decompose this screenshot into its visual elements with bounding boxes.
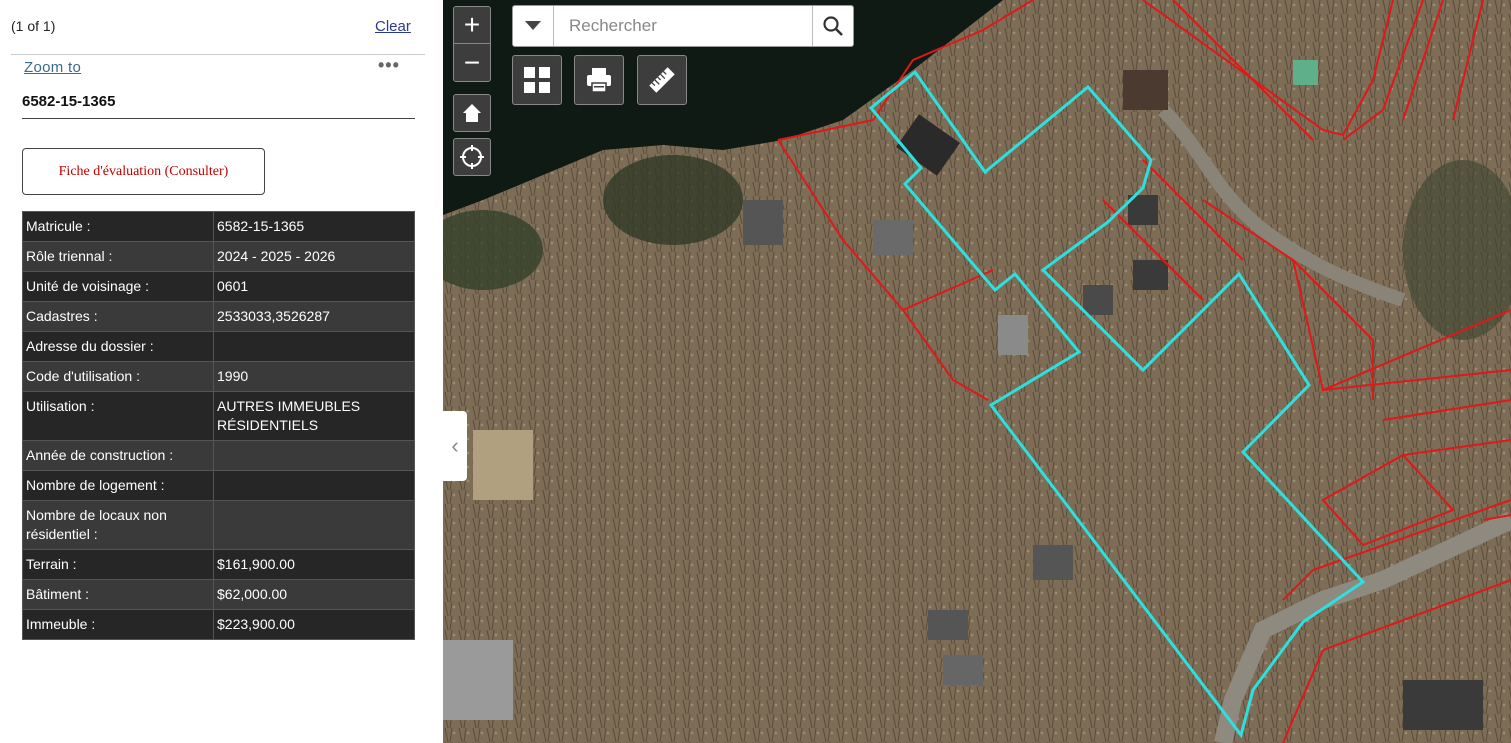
attr-value: $161,900.00: [213, 549, 415, 580]
table-row: Matricule :6582-15-1365: [22, 211, 415, 242]
building-roof: [1033, 545, 1073, 580]
table-row: Rôle triennal :2024 - 2025 - 2026: [22, 241, 415, 272]
attr-value: 2533033,3526287: [213, 301, 415, 332]
building-roof: [1133, 260, 1168, 290]
collapse-panel-button[interactable]: ‹: [443, 411, 467, 481]
attr-key: Année de construction :: [22, 440, 214, 471]
building-roof: [1403, 680, 1483, 730]
clear-link[interactable]: Clear: [375, 18, 411, 35]
table-row: Terrain : $161,900.00: [22, 549, 415, 580]
table-row: Utilisation : AUTRES IMMEUBLES RÉSIDENTIE…: [22, 391, 415, 441]
print-icon: [587, 68, 611, 93]
attr-key: Nombre de locaux non résidentiel :: [22, 500, 214, 550]
basemap-gallery-icon: [524, 67, 550, 93]
map-view[interactable]: [443, 0, 1511, 743]
building-roof: [928, 610, 968, 640]
locate-button[interactable]: [453, 138, 491, 176]
attr-value: $62,000.00: [213, 579, 415, 610]
attr-key: Matricule :: [22, 211, 214, 242]
pool: [1293, 60, 1318, 85]
attr-value: 2024 - 2025 - 2026: [213, 241, 415, 272]
feature-title: 6582-15-1365: [22, 93, 116, 110]
search-icon: [823, 16, 843, 36]
table-row: Cadastres :2533033,3526287: [22, 301, 415, 332]
home-icon: [463, 104, 481, 122]
attr-value: 6582-15-1365: [213, 211, 415, 242]
attr-key: Utilisation :: [22, 391, 214, 441]
fiche-evaluation-button[interactable]: Fiche d'évaluation (Consulter): [22, 148, 265, 195]
table-row: Bâtiment : $62,000.00: [22, 579, 415, 610]
search-source-dropdown[interactable]: [513, 6, 554, 46]
attr-key: Unité de voisinage :: [22, 271, 214, 302]
measure-icon: [649, 67, 675, 93]
forest-patch: [603, 155, 743, 245]
attr-key: Bâtiment :: [22, 579, 214, 610]
zoom-out-button[interactable]: −: [454, 44, 490, 81]
table-row: Nombre de logement :: [22, 470, 415, 501]
aerial-imagery[interactable]: [443, 0, 1511, 743]
more-options-icon[interactable]: •••: [378, 55, 400, 76]
attr-value: AUTRES IMMEUBLES RÉSIDENTIELS: [213, 391, 415, 441]
search-button[interactable]: [812, 6, 853, 46]
pager-text: (1 of 1): [11, 18, 56, 34]
divider: [11, 54, 425, 55]
clearing: [473, 430, 533, 500]
locate-icon: [460, 145, 484, 169]
attr-key: Nombre de logement :: [22, 470, 214, 501]
table-row: Année de construction :: [22, 440, 415, 471]
table-row: Nombre de locaux non résidentiel :: [22, 500, 415, 550]
table-row: Code d'utilisation :1990: [22, 361, 415, 392]
table-row: Adresse du dossier :: [22, 331, 415, 362]
attr-value: 1990: [213, 361, 415, 392]
attr-value: [213, 440, 415, 471]
building-roof: [1083, 285, 1113, 315]
home-button[interactable]: [453, 94, 491, 132]
attr-key: Code d'utilisation :: [22, 361, 214, 392]
building-roof: [943, 655, 983, 685]
basemap-gallery-button[interactable]: [512, 55, 562, 105]
table-row: Immeuble : $223,900.00: [22, 609, 415, 640]
building-roof: [998, 315, 1028, 355]
search-input[interactable]: [554, 6, 812, 46]
building-roof: [873, 220, 913, 255]
attr-value: 0601: [213, 271, 415, 302]
attr-value: [213, 470, 415, 501]
building-roof: [443, 640, 513, 720]
title-divider: [22, 118, 415, 119]
zoom-in-button[interactable]: +: [454, 7, 490, 44]
popup-panel: (1 of 1) Clear Zoom to ••• 6582-15-1365 …: [0, 0, 443, 743]
building-roof: [743, 200, 783, 245]
attr-value: [213, 500, 415, 550]
chevron-down-icon: [525, 21, 541, 30]
attr-key: Immeuble :: [22, 609, 214, 640]
search-widget: [512, 5, 854, 47]
table-row: Unité de voisinage :0601: [22, 271, 415, 302]
zoom-to-link[interactable]: Zoom to: [24, 59, 81, 76]
building-roof: [1123, 70, 1168, 110]
attribute-table: Matricule :6582-15-1365 Rôle triennal :2…: [22, 211, 415, 640]
attr-value: $223,900.00: [213, 609, 415, 640]
attr-key: Terrain :: [22, 549, 214, 580]
print-button[interactable]: [574, 55, 624, 105]
attr-key: Cadastres :: [22, 301, 214, 332]
attr-value: [213, 331, 415, 362]
measure-button[interactable]: [637, 55, 687, 105]
attr-key: Adresse du dossier :: [22, 331, 214, 362]
zoom-controls: + −: [453, 6, 491, 82]
attr-key: Rôle triennal :: [22, 241, 214, 272]
